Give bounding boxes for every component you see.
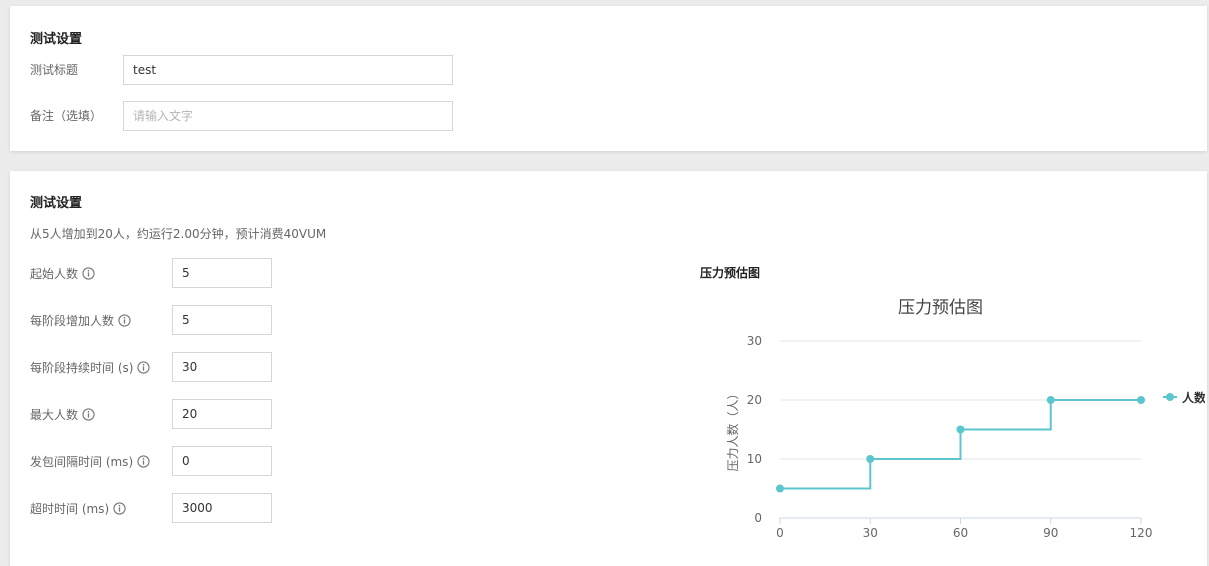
field-label: 起始人数 [30,258,95,288]
field-input[interactable] [172,352,272,382]
chart-section-title: 压力预估图 [700,266,761,280]
info-icon[interactable] [118,313,131,327]
field-label-text: 每阶段增加人数 [30,313,115,328]
y-axis-label: 压力人数（人） [725,387,740,471]
data-point [1137,396,1145,404]
x-tick-label: 0 [776,526,784,540]
y-tick-label: 10 [747,452,762,466]
chart-title: 压力预估图 [898,298,983,318]
x-tick-label: 90 [1043,526,1058,540]
field-label-text: 起始人数 [30,266,79,281]
series-line [780,399,1141,490]
field-input[interactable] [172,399,272,429]
data-point [1046,396,1055,404]
note-input[interactable] [123,101,453,131]
field-label: 每阶段增加人数 [30,305,131,335]
data-point [866,455,875,463]
data-point [956,425,965,434]
info-icon[interactable] [113,501,126,515]
y-tick-label: 20 [747,393,762,407]
field-label-text: 超时时间 (ms) [30,501,110,516]
info-icon[interactable] [137,360,151,374]
field-label: 发包间隔时间 (ms) [30,446,150,476]
load-settings-title: 测试设置 [30,196,83,211]
field-input[interactable] [172,493,272,523]
note-label: 备注（选填） [30,108,103,123]
field-input[interactable] [172,446,272,476]
info-icon[interactable] [82,407,95,421]
field-label-text: 最大人数 [30,407,79,422]
y-tick-label: 30 [747,334,762,348]
legend-label: 人数 [1182,390,1205,405]
field-label-text: 每阶段持续时间 (s) [30,360,134,375]
field-input[interactable] [172,305,272,335]
y-tick-label: 0 [754,511,762,525]
x-tick-label: 120 [1130,526,1153,540]
legend-marker [1166,393,1174,401]
info-icon[interactable] [137,454,150,468]
test-title-input[interactable] [123,55,453,85]
field-input[interactable] [172,258,272,288]
test-title-label: 测试标题 [30,62,79,77]
field-label: 每阶段持续时间 (s) [30,352,151,382]
x-tick-label: 60 [953,526,968,540]
pressure-chart: 压力预估图 0 10 20 30 0 30 60 90 120 压力人数（人） 人数 [725,298,1205,540]
basic-settings-card: 测试设置 测试标题 备注（选填） [10,6,1207,151]
field-label: 最大人数 [30,399,95,429]
basic-settings-title: 测试设置 [30,32,83,47]
info-icon[interactable] [82,266,95,280]
data-point [776,484,784,493]
load-settings-card: 测试设置 从5人增加到20人，约运行2.00分钟，预计消费40VUM 起始人数每… [10,171,1207,566]
field-label-text: 发包间隔时间 (ms) [30,454,134,469]
load-summary-text: 从5人增加到20人，约运行2.00分钟，预计消费40VUM [30,227,327,241]
x-tick-label: 30 [863,526,878,540]
field-label: 超时时间 (ms) [30,493,126,523]
